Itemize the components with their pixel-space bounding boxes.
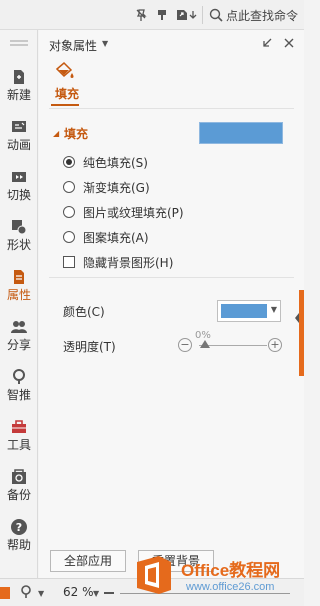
backup-icon bbox=[12, 469, 26, 484]
top-toolbar: 点此查找命令 bbox=[0, 0, 304, 30]
brush-icon[interactable] bbox=[155, 7, 171, 23]
sidebar-item-properties[interactable]: 属性 bbox=[0, 262, 38, 312]
sidebar-item-label: 切换 bbox=[6, 188, 31, 202]
sidebar-item-backup[interactable]: 备份 bbox=[0, 462, 38, 512]
sidebar-item-transition[interactable]: 切换 bbox=[0, 162, 38, 212]
slideshow-play-icon[interactable] bbox=[0, 587, 10, 599]
color-picker[interactable]: ▼ bbox=[217, 300, 281, 322]
smart-push-icon bbox=[13, 369, 25, 384]
toolbar-separator bbox=[202, 6, 203, 24]
sidebar-grip bbox=[10, 40, 28, 42]
sidebar-item-help[interactable]: ? 帮助 bbox=[0, 512, 38, 562]
sidebar-item-label: 新建 bbox=[6, 88, 31, 102]
pin-off-icon[interactable] bbox=[133, 7, 149, 23]
sidebar-item-smart-push[interactable]: 智推 bbox=[0, 362, 38, 412]
sidebar: 新建 动画 切换 形状 属性 分享 智推 工具 备份 ? 帮助 bbox=[0, 30, 38, 578]
sidebar-item-label: 分享 bbox=[6, 338, 31, 352]
sidebar-item-shape[interactable]: 形状 bbox=[0, 212, 38, 262]
collapse-triangle-icon[interactable]: ◢ bbox=[53, 129, 59, 138]
panel-edge-accent bbox=[299, 290, 304, 376]
option-label: 隐藏背景图形(H) bbox=[83, 256, 174, 270]
fill-preview-swatch bbox=[199, 122, 283, 144]
sidebar-item-label: 帮助 bbox=[6, 538, 31, 552]
option-label: 图片或纹理填充(P) bbox=[83, 206, 184, 220]
option-label: 渐变填充(G) bbox=[83, 181, 150, 195]
collapse-panel-icon[interactable] bbox=[260, 36, 274, 50]
share-people-icon bbox=[11, 321, 27, 333]
radio-button[interactable] bbox=[63, 206, 75, 218]
zoom-out-button[interactable] bbox=[104, 592, 114, 594]
chevron-down-icon[interactable]: ▼ bbox=[93, 589, 99, 598]
sidebar-item-label: 属性 bbox=[6, 288, 31, 302]
sidebar-item-share[interactable]: 分享 bbox=[0, 312, 38, 362]
sidebar-item-label: 智推 bbox=[6, 388, 31, 402]
radio-button[interactable] bbox=[63, 156, 75, 168]
fill-bucket-icon[interactable] bbox=[54, 60, 76, 82]
sidebar-item-new[interactable]: 新建 bbox=[0, 62, 38, 112]
radio-button[interactable] bbox=[63, 181, 75, 193]
close-icon[interactable] bbox=[282, 36, 296, 50]
arrow-down-icon[interactable] bbox=[188, 7, 198, 23]
properties-icon bbox=[14, 270, 24, 284]
office-logo-icon bbox=[137, 556, 171, 594]
sidebar-item-label: 备份 bbox=[6, 488, 31, 502]
search-icon[interactable] bbox=[208, 7, 224, 23]
help-icon: ? bbox=[11, 519, 27, 535]
tab-fill[interactable]: 填充 bbox=[55, 85, 79, 102]
resize-grip-icon[interactable] bbox=[295, 312, 299, 323]
object-properties-panel: 对象属性 ▼ 填充 ◢ 填充 纯色填充(S) 渐变填充(G) 图片或纹理填充(P… bbox=[39, 30, 304, 578]
divider bbox=[49, 108, 294, 109]
sidebar-item-label: 动画 bbox=[6, 138, 31, 152]
sidebar-item-label: 工具 bbox=[6, 438, 31, 452]
watermark-url: www.office26.com bbox=[186, 581, 275, 593]
toolbox-icon bbox=[12, 420, 26, 433]
transparency-label: 透明度(T) bbox=[63, 340, 116, 354]
watermark: Office教程网 www.office26.com bbox=[133, 552, 304, 600]
option-label: 图案填充(A) bbox=[83, 231, 149, 245]
watermark-title: Office教程网 bbox=[181, 561, 281, 580]
checkbox[interactable] bbox=[63, 256, 75, 268]
panel-title[interactable]: 对象属性 bbox=[49, 37, 97, 54]
sidebar-item-tools[interactable]: 工具 bbox=[0, 412, 38, 462]
sidebar-item-label: 形状 bbox=[6, 238, 31, 252]
option-label: 纯色填充(S) bbox=[83, 156, 148, 170]
tab-active-indicator bbox=[51, 104, 79, 106]
divider bbox=[49, 277, 294, 278]
svg-text:?: ? bbox=[16, 521, 22, 534]
transparency-increase-button[interactable]: + bbox=[268, 338, 282, 352]
apply-to-all-button[interactable]: 全部应用 bbox=[50, 550, 126, 572]
new-slide-icon bbox=[14, 70, 24, 84]
transition-icon bbox=[12, 172, 26, 182]
location-pin-icon[interactable] bbox=[20, 585, 32, 599]
animation-icon bbox=[12, 121, 26, 132]
chevron-down-icon[interactable]: ▼ bbox=[102, 39, 108, 48]
chevron-down-icon[interactable]: ▼ bbox=[271, 305, 277, 314]
section-fill-header[interactable]: 填充 bbox=[64, 125, 88, 142]
transparency-decrease-button[interactable]: − bbox=[178, 338, 192, 352]
zoom-level[interactable]: 62 % bbox=[63, 585, 94, 599]
shape-icon bbox=[12, 220, 27, 235]
transparency-slider-thumb[interactable] bbox=[200, 340, 210, 348]
sidebar-item-animation[interactable]: 动画 bbox=[0, 112, 38, 162]
color-label: 颜色(C) bbox=[63, 305, 105, 319]
color-swatch bbox=[221, 304, 267, 318]
search-command-input[interactable]: 点此查找命令 bbox=[226, 7, 298, 24]
chevron-down-icon[interactable]: ▼ bbox=[38, 589, 44, 598]
radio-button[interactable] bbox=[63, 231, 75, 243]
